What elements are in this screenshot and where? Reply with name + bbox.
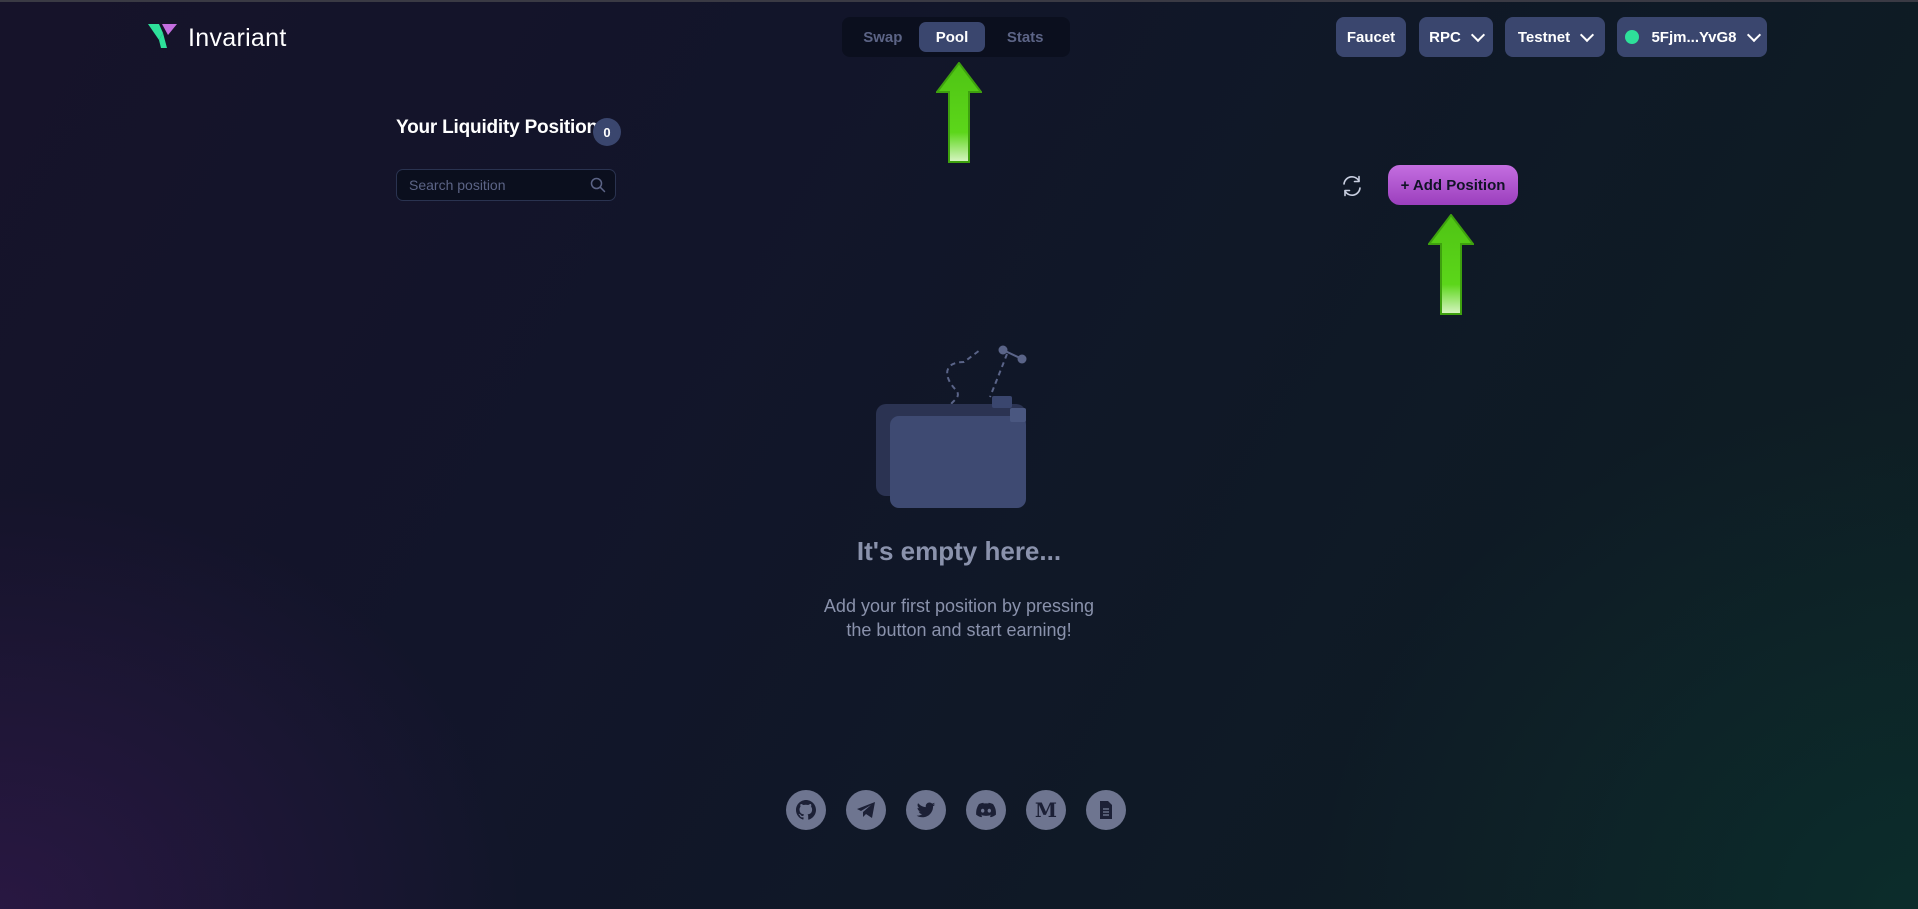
search-icon <box>590 177 606 198</box>
positions-count-badge: 0 <box>593 118 621 146</box>
annotation-arrow-up-icon <box>936 62 982 163</box>
empty-state-line-1: Add your first position by pressing <box>823 596 1095 616</box>
empty-state-description: Add your first position by pressing the … <box>759 594 1159 642</box>
annotation-arrow-up-icon <box>1428 214 1474 315</box>
network-label: Testnet <box>1517 28 1571 46</box>
page-title: Your Liquidity Positions <box>396 117 609 138</box>
wallet-status-dot <box>1625 30 1640 44</box>
tab-pool[interactable]: Pool <box>918 22 986 52</box>
medium-icon[interactable]: M <box>1026 790 1066 830</box>
social-links: M <box>786 790 1126 830</box>
empty-state-line-2: the button and start earning! <box>846 620 1072 640</box>
chevron-down-icon <box>1746 27 1761 42</box>
faucet-label: Faucet <box>1346 28 1396 46</box>
brand-name: Invariant <box>188 24 287 52</box>
twitter-icon[interactable] <box>906 790 946 830</box>
faucet-button[interactable]: Faucet <box>1336 17 1406 57</box>
wallet-button[interactable]: 5Fjm...YvG8 <box>1617 17 1767 57</box>
rpc-label: RPC <box>1429 28 1461 46</box>
brand-logo[interactable]: Invariant <box>148 24 287 53</box>
svg-text:M: M <box>1035 798 1057 822</box>
github-icon[interactable] <box>786 790 826 830</box>
window-top-border <box>0 0 1918 2</box>
main-nav-tabs: Swap Pool Stats <box>842 17 1070 57</box>
refresh-icon[interactable] <box>1338 172 1366 200</box>
search-field <box>396 169 616 201</box>
invariant-logo-icon <box>148 24 178 53</box>
search-input[interactable] <box>409 170 585 200</box>
chevron-down-icon <box>1580 27 1595 42</box>
discord-icon[interactable] <box>966 790 1006 830</box>
tab-stats[interactable]: Stats <box>985 22 1065 52</box>
docs-icon[interactable] <box>1086 790 1126 830</box>
add-position-button[interactable]: + Add Position <box>1388 165 1518 205</box>
network-dropdown[interactable]: Testnet <box>1505 17 1605 57</box>
tab-swap[interactable]: Swap <box>847 22 919 52</box>
empty-folder-icon <box>876 345 1027 508</box>
rpc-dropdown[interactable]: RPC <box>1419 17 1493 57</box>
chevron-down-icon <box>1470 27 1485 42</box>
telegram-icon[interactable] <box>846 790 886 830</box>
empty-state-title: It's empty here... <box>856 536 1062 566</box>
wallet-address: 5Fjm...YvG8 <box>1651 28 1737 46</box>
